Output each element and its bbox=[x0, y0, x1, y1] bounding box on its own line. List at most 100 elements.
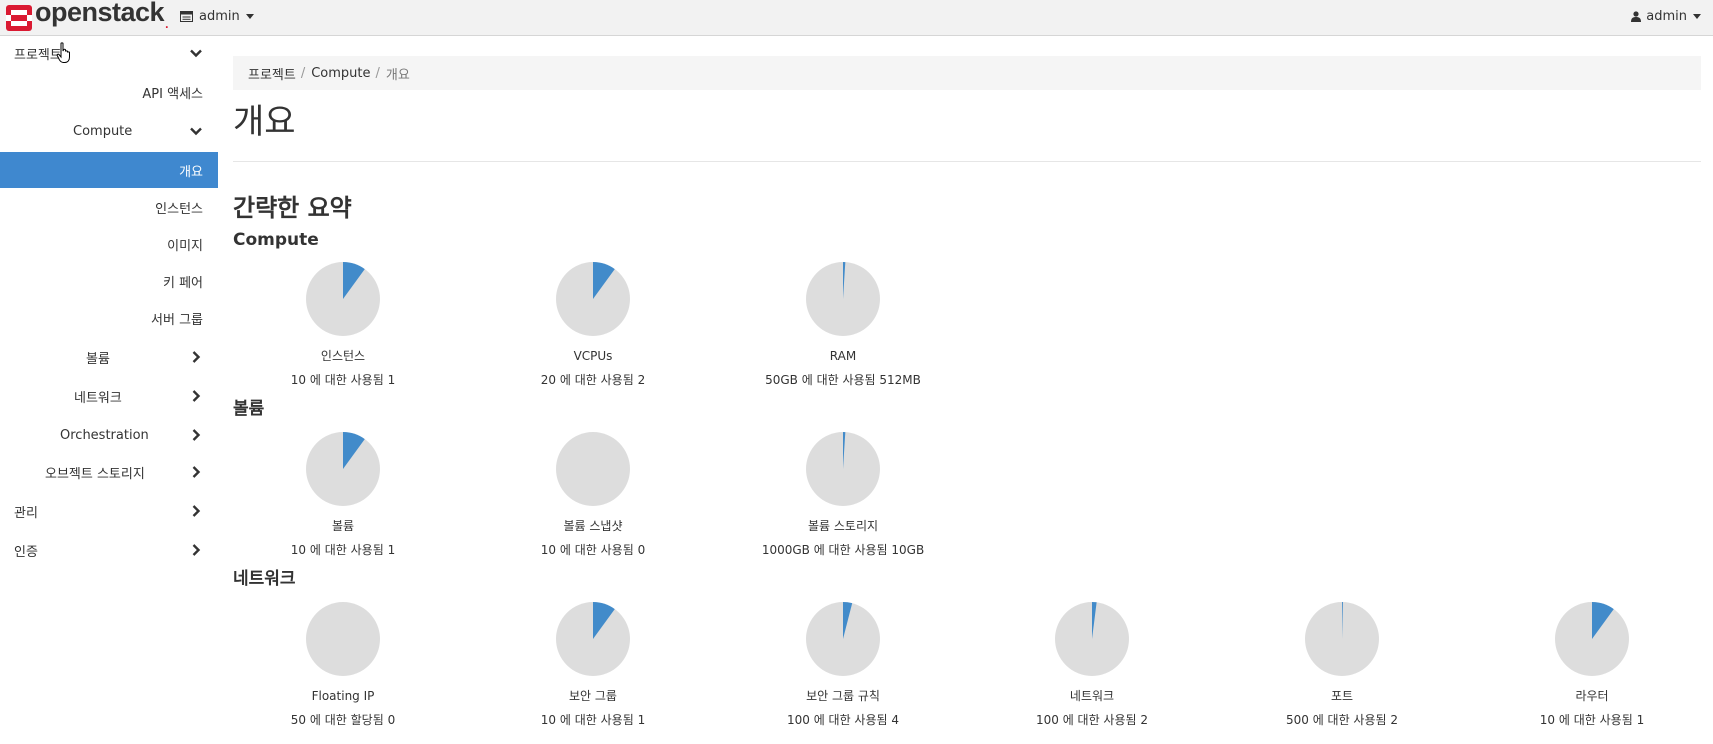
mouse-cursor-icon bbox=[56, 42, 70, 63]
quota-pie-chart: 볼륨 스냅샷 10 에 대한 사용됨 0 bbox=[468, 432, 718, 558]
page-title: 개요 bbox=[233, 102, 296, 142]
sidebar-item-project[interactable]: 프로젝트 bbox=[0, 36, 218, 70]
chevron-right-icon bbox=[192, 390, 201, 402]
caret-down-icon bbox=[1693, 14, 1701, 19]
sidebar-item-network[interactable]: 네트워크 bbox=[0, 379, 218, 413]
breadcrumb-compute-link[interactable]: Compute bbox=[311, 66, 370, 81]
quota-name: RAM bbox=[829, 349, 857, 363]
quota-pie-chart: 포트 500 에 대한 사용됨 2 bbox=[1217, 602, 1467, 728]
sidebar-item-volumes[interactable]: 볼륨 bbox=[0, 340, 218, 374]
pie-slice-free bbox=[306, 602, 380, 676]
breadcrumb-separator: / bbox=[300, 65, 306, 81]
sidebar-item-images[interactable]: 이미지 bbox=[0, 227, 218, 261]
chevron-right-icon bbox=[192, 466, 201, 478]
quota-pie-chart: 인스턴스 10 에 대한 사용됨 1 bbox=[218, 262, 468, 388]
sidebar-item-label: Orchestration bbox=[60, 427, 149, 443]
breadcrumb: 프로젝트 / Compute / 개요 bbox=[233, 56, 1701, 90]
sidebar-item-label: 관리 bbox=[14, 505, 38, 521]
sidebar-item-compute[interactable]: Compute bbox=[0, 114, 218, 148]
quota-pie-chart: RAM 50GB 에 대한 사용됨 512MB bbox=[718, 262, 968, 388]
pie-svg bbox=[1305, 602, 1379, 676]
user-menu[interactable]: admin bbox=[1631, 9, 1701, 24]
sidebar-item-server-groups[interactable]: 서버 그룹 bbox=[0, 301, 218, 335]
sidebar-item-object-storage[interactable]: 오브젝트 스토리지 bbox=[0, 455, 218, 489]
pie-svg bbox=[806, 602, 880, 676]
sidebar-item-label: 인스턴스 bbox=[155, 201, 203, 217]
quota-usage-text: 10 에 대한 사용됨 0 bbox=[540, 543, 646, 557]
pie-svg bbox=[806, 262, 880, 336]
quota-usage-text: 50GB 에 대한 사용됨 512MB bbox=[765, 373, 921, 387]
quota-usage-text: 10 에 대한 사용됨 1 bbox=[290, 373, 396, 387]
quota-name: 볼륨 bbox=[331, 519, 355, 533]
title-divider bbox=[233, 161, 1701, 162]
quota-pie-chart: 보안 그룹 규칙 100 에 대한 사용됨 4 bbox=[718, 602, 968, 728]
quota-group-title: 네트워크 bbox=[233, 569, 296, 589]
sidebar-item-label: API 액세스 bbox=[142, 86, 203, 102]
quota-pie-chart: 보안 그룹 10 에 대한 사용됨 1 bbox=[468, 602, 718, 728]
pie-svg bbox=[306, 432, 380, 506]
top-navbar: openstack. admin admin bbox=[0, 0, 1713, 36]
pie-svg bbox=[1555, 602, 1629, 676]
chevron-right-icon bbox=[192, 505, 201, 517]
quota-usage-text: 10 에 대한 사용됨 1 bbox=[1539, 713, 1645, 727]
user-icon bbox=[1631, 11, 1642, 22]
quota-name: 보안 그룹 bbox=[569, 689, 617, 703]
sidebar-item-overview[interactable]: 개요 bbox=[0, 152, 218, 188]
sidebar-item-admin[interactable]: 관리 bbox=[0, 494, 218, 528]
sidebar-item-label: 프로젝트 bbox=[14, 47, 62, 63]
sidebar-item-label: 개요 bbox=[179, 164, 203, 180]
project-switcher-label: admin bbox=[199, 9, 240, 24]
quota-group-title: 볼륨 bbox=[233, 399, 265, 419]
quota-name: 네트워크 bbox=[1069, 689, 1115, 703]
breadcrumb-current: 개요 bbox=[385, 67, 410, 83]
sidebar-item-identity[interactable]: 인증 bbox=[0, 533, 218, 567]
quota-name: 인스턴스 bbox=[320, 349, 366, 363]
summary-title: 간략한 요약 bbox=[233, 194, 352, 222]
pie-svg bbox=[1055, 602, 1129, 676]
openstack-logo[interactable]: openstack. bbox=[6, 0, 168, 32]
sidebar-item-label: 이미지 bbox=[167, 238, 203, 254]
quota-usage-text: 100 에 대한 사용됨 4 bbox=[786, 713, 900, 727]
quota-name: 포트 bbox=[1330, 689, 1354, 703]
pie-svg bbox=[556, 262, 630, 336]
quota-pie-chart: VCPUs 20 에 대한 사용됨 2 bbox=[468, 262, 718, 388]
quota-usage-text: 20 에 대한 사용됨 2 bbox=[540, 373, 646, 387]
sidebar-item-orchestration[interactable]: Orchestration bbox=[0, 418, 218, 452]
caret-down-icon bbox=[245, 14, 254, 19]
sidebar-item-label: Compute bbox=[73, 123, 133, 139]
sidebar-item-instances[interactable]: 인스턴스 bbox=[0, 190, 218, 224]
breadcrumb-project-link[interactable]: 프로젝트 bbox=[248, 64, 296, 83]
quota-name: 보안 그룹 규칙 bbox=[806, 689, 880, 703]
quota-pie-chart: 네트워크 100 에 대한 사용됨 2 bbox=[967, 602, 1217, 728]
sidebar-item-label: 오브젝트 스토리지 bbox=[45, 466, 145, 482]
openstack-logo-icon bbox=[6, 5, 32, 31]
pie-svg bbox=[806, 432, 880, 506]
quota-pie-chart: 라우터 10 에 대한 사용됨 1 bbox=[1467, 602, 1713, 728]
sidebar-item-label: 키 페어 bbox=[162, 275, 203, 291]
quota-usage-text: 100 에 대한 사용됨 2 bbox=[1035, 713, 1149, 727]
project-switcher[interactable]: admin bbox=[180, 9, 254, 24]
quota-group-title: Compute bbox=[233, 230, 319, 250]
chevron-down-icon bbox=[190, 49, 202, 58]
pie-slice-free bbox=[556, 432, 630, 506]
chevron-right-icon bbox=[192, 351, 201, 363]
quota-pie-chart: 볼륨 10 에 대한 사용됨 1 bbox=[218, 432, 468, 558]
sidebar-item-key-pairs[interactable]: 키 페어 bbox=[0, 264, 218, 298]
quota-usage-text: 10 에 대한 사용됨 1 bbox=[540, 713, 646, 727]
sidebar-item-label: 네트워크 bbox=[74, 390, 122, 406]
user-menu-label: admin bbox=[1646, 9, 1687, 24]
pie-svg bbox=[556, 602, 630, 676]
quota-name: 라우터 bbox=[1575, 689, 1609, 703]
chevron-right-icon bbox=[192, 544, 201, 556]
project-icon bbox=[180, 11, 193, 22]
quota-name: Floating IP bbox=[311, 689, 375, 703]
breadcrumb-separator: / bbox=[375, 65, 380, 81]
quota-pie-chart: Floating IP 50 에 대한 할당됨 0 bbox=[218, 602, 468, 728]
chevron-right-icon bbox=[192, 429, 201, 441]
sidebar-item-api-access[interactable]: API 액세스 bbox=[0, 75, 218, 109]
pie-svg bbox=[306, 602, 380, 676]
quota-name: VCPUs bbox=[573, 349, 613, 363]
quota-usage-text: 50 에 대한 할당됨 0 bbox=[290, 713, 396, 727]
quota-name: 볼륨 스토리지 bbox=[807, 519, 879, 533]
brand-name: openstack. bbox=[35, 0, 168, 31]
